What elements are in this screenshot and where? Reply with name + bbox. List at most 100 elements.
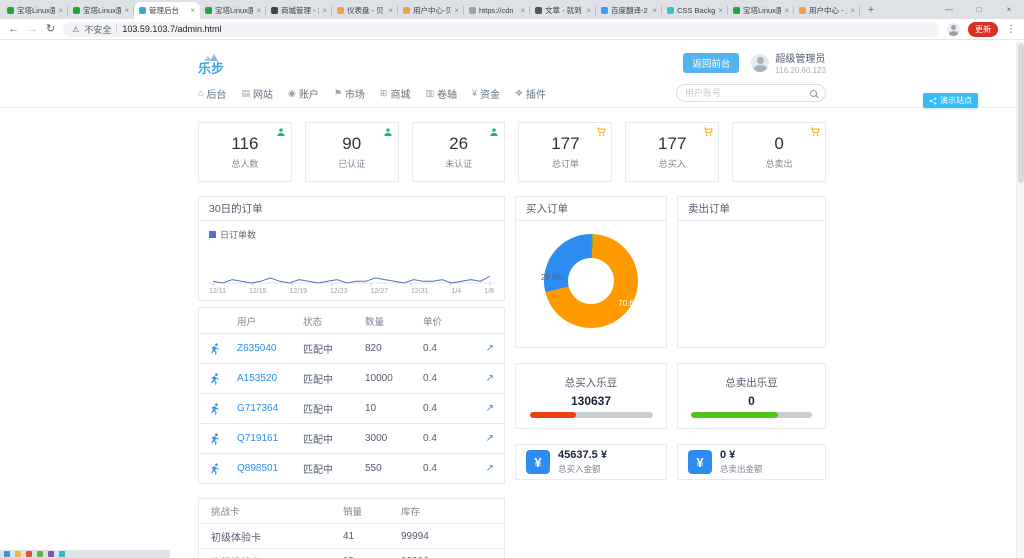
tab-title: CSS Backgro [677, 6, 715, 15]
buy-arrow-icon[interactable]: ↗ [486, 403, 494, 414]
profile-avatar-icon[interactable] [947, 23, 960, 36]
tab-close-icon[interactable]: × [850, 6, 855, 15]
demo-badge[interactable]: 演示站点 [923, 93, 978, 108]
match-user-link[interactable]: G717364 [237, 403, 303, 414]
admin-info[interactable]: 超级管理员 116.20.60.123 [751, 50, 826, 75]
card-name: 中级挑战卡 [211, 554, 343, 558]
browser-tab[interactable]: 用户中心 - 贝× [794, 2, 860, 19]
back-to-front-button[interactable]: 返回前台 [683, 53, 739, 73]
tab-close-icon[interactable]: × [454, 6, 459, 15]
nav-item-website[interactable]: ▤网站 [241, 86, 273, 101]
column-header: 销量 [343, 504, 401, 518]
browser-window: 宝塔Linux面×宝塔Linux面×管理后台×宝塔Linux面×商城管理 - 3… [0, 0, 1024, 558]
browser-tab[interactable]: 宝塔Linux面× [2, 2, 68, 19]
browser-tab[interactable]: 宝塔Linux面× [68, 2, 134, 19]
match-price: 0.4 [423, 373, 467, 384]
match-user-link[interactable]: Z635040 [237, 343, 303, 354]
search-box[interactable] [676, 84, 826, 102]
card-sales: 41 [343, 531, 401, 542]
nav-item-label: 账户 [299, 86, 319, 101]
match-user-link[interactable]: Q719161 [237, 433, 303, 444]
scrollbar-thumb[interactable] [1018, 43, 1024, 183]
taskbar-app-icon[interactable] [37, 551, 43, 557]
match-price: 0.4 [423, 433, 467, 444]
taskbar-app-icon[interactable] [15, 551, 21, 557]
buy-arrow-icon[interactable]: ↗ [486, 463, 494, 474]
browser-tab[interactable]: https://cdn× [464, 2, 530, 19]
tab-close-icon[interactable]: × [256, 6, 261, 15]
backend-icon: ⌂ [198, 88, 203, 98]
taskbar-app-icon[interactable] [4, 551, 10, 557]
maximize-button[interactable]: □ [964, 0, 994, 19]
logo-text: 乐步 [198, 62, 224, 75]
new-tab-button[interactable]: + [863, 2, 879, 18]
buy-arrow-icon[interactable]: ↗ [486, 433, 494, 444]
sell-amount-value: 0 ¥ [720, 449, 763, 463]
tab-close-icon[interactable]: × [388, 6, 393, 15]
taskbar-app-icon[interactable] [59, 551, 65, 557]
nav-item-plugins[interactable]: ❖插件 [515, 86, 546, 101]
browser-menu-icon[interactable]: ⋮ [1006, 24, 1016, 35]
tab-close-icon[interactable]: × [586, 6, 591, 15]
browser-tab[interactable]: CSS Backgro× [662, 2, 728, 19]
cart-icon [810, 127, 820, 137]
back-icon[interactable]: ← [8, 24, 19, 35]
tab-close-icon[interactable]: × [124, 6, 129, 15]
browser-tab[interactable]: 用户中心-贝× [398, 2, 464, 19]
browser-tab[interactable]: 商城管理 - 3× [266, 2, 332, 19]
sell-progress-bar [691, 412, 812, 418]
tab-close-icon[interactable]: × [784, 6, 789, 15]
close-button[interactable]: × [994, 0, 1024, 19]
nav-item-account[interactable]: ◉账户 [288, 86, 319, 101]
minimize-button[interactable]: — [934, 0, 964, 19]
sell-progress-fill [691, 412, 778, 418]
omnibox[interactable]: ⚠ 不安全 103.59.103.7/admin.html [63, 22, 939, 37]
tab-favicon-icon [73, 7, 80, 14]
browser-tab[interactable]: 宝塔Linux面× [728, 2, 794, 19]
browser-tab[interactable]: 宝塔Linux面× [200, 2, 266, 19]
tab-close-icon[interactable]: × [322, 6, 327, 15]
tab-favicon-icon [205, 7, 212, 14]
browser-tab[interactable]: 仪表盘 - 贝× [332, 2, 398, 19]
browser-tab[interactable]: 管理后台× [134, 2, 200, 19]
stat-card-total-users: 116总人数 [198, 122, 292, 182]
nav-item-backend[interactable]: ⌂后台 [198, 86, 226, 101]
forward-icon[interactable]: → [27, 24, 38, 35]
match-user-link[interactable]: A153520 [237, 373, 303, 384]
page-scrollbar[interactable] [1016, 41, 1024, 558]
tab-favicon-icon [667, 7, 674, 14]
browser-tab[interactable]: 文章 - 就到× [530, 2, 596, 19]
nav-item-funds[interactable]: ¥资金 [472, 86, 500, 101]
security-label[interactable]: 不安全 [84, 23, 111, 36]
search-input[interactable] [685, 88, 806, 98]
tab-title: 宝塔Linux面 [743, 5, 781, 16]
tab-close-icon[interactable]: × [520, 6, 525, 15]
buy-arrow-icon[interactable]: ↗ [486, 373, 494, 384]
match-row: Q898501匹配中5500.4↗ [199, 453, 504, 483]
taskbar-app-icon[interactable] [48, 551, 54, 557]
tab-close-icon[interactable]: × [58, 6, 63, 15]
cards-table: 挑战卡销量库存初级体验卡4199994中级挑战卡1399996 [198, 498, 505, 558]
buy-arrow-icon[interactable]: ↗ [486, 343, 494, 354]
reload-icon[interactable]: ↻ [46, 24, 55, 35]
site-logo[interactable]: 乐步 [198, 54, 224, 75]
match-qty: 550 [365, 463, 423, 474]
chrome-update-button[interactable]: 更新 [968, 22, 998, 37]
chart-legend[interactable]: 日订单数 [209, 228, 494, 241]
taskbar-app-icon[interactable] [26, 551, 32, 557]
stats-row: 116总人数90已认证26未认证177总订单177总买入0总卖出 [198, 122, 826, 182]
stat-label: 未认证 [445, 157, 472, 170]
browser-tab[interactable]: 百度翻译-2× [596, 2, 662, 19]
nav-item-mall[interactable]: ⊞商城 [380, 86, 411, 101]
search-icon[interactable] [810, 90, 817, 97]
tab-close-icon[interactable]: × [652, 6, 657, 15]
tab-close-icon[interactable]: × [718, 6, 723, 15]
nav-item-scroll[interactable]: ▥卷轴 [425, 86, 457, 101]
match-user-link[interactable]: Q898501 [237, 463, 303, 474]
stat-label: 总订单 [552, 157, 579, 170]
taskbar-sliver[interactable] [0, 550, 170, 558]
tab-close-icon[interactable]: × [190, 6, 195, 15]
runner-icon [209, 373, 237, 385]
match-qty: 10000 [365, 373, 423, 384]
nav-item-market[interactable]: ⚑市场 [334, 86, 365, 101]
